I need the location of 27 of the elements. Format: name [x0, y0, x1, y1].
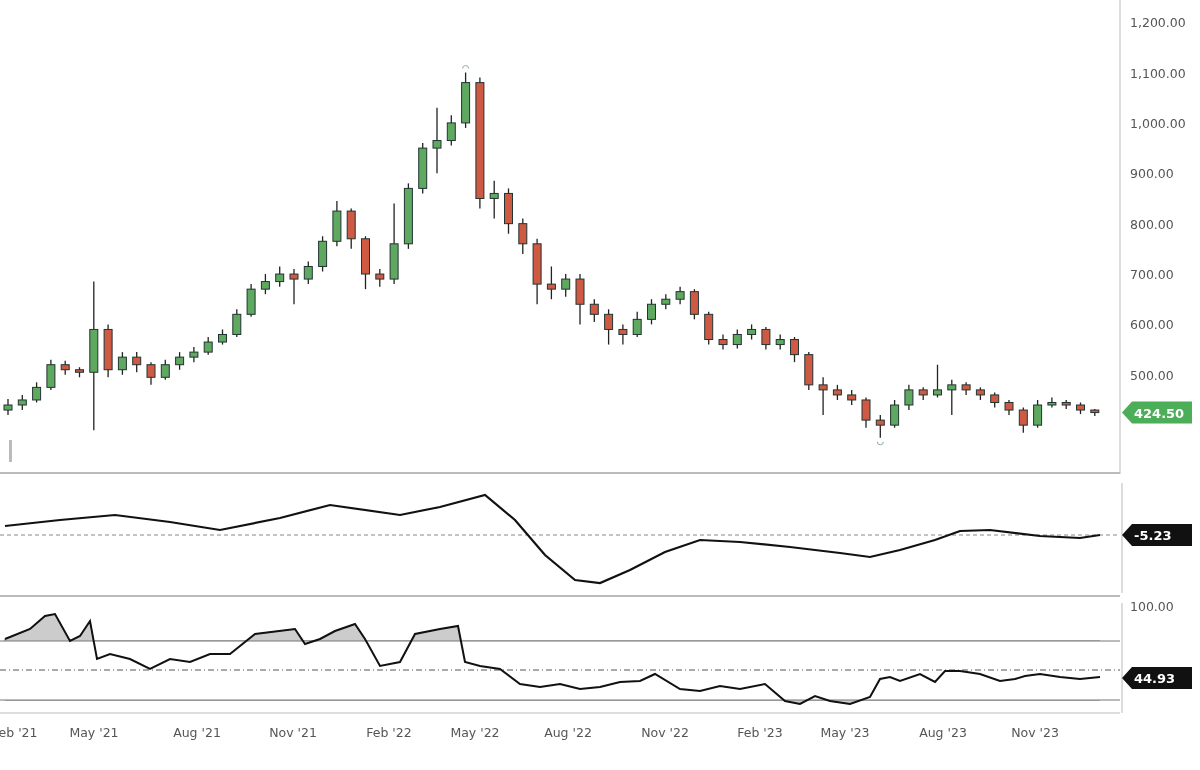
axis-label: 1,100.00: [1130, 65, 1186, 81]
axis-label: 600.00: [1130, 317, 1174, 333]
reading-label: 44.93: [1122, 667, 1192, 689]
axis-label: 1,000.00: [1130, 115, 1186, 131]
axis-label: Feb '22: [366, 725, 412, 740]
axis-label: May '21: [69, 725, 119, 740]
axis-label: May '22: [450, 725, 500, 740]
axis-label: eb '21: [0, 725, 38, 740]
reading-label: -5.23: [1122, 524, 1192, 546]
axis-label: Aug '21: [173, 725, 221, 740]
axis-label: Nov '21: [269, 725, 317, 740]
low-marker-icon: [876, 441, 884, 446]
axis-label: 1,200.00: [1130, 15, 1186, 31]
scroll-handle[interactable]: [9, 440, 12, 462]
axis-label: Feb '23: [737, 725, 783, 740]
axis-label: 500.00: [1130, 367, 1174, 383]
axis-label: 900.00: [1130, 166, 1174, 182]
axis-label: 800.00: [1130, 216, 1174, 232]
last-price-label: 424.50: [1122, 401, 1192, 424]
axis-label: Nov '22: [641, 725, 689, 740]
axis-label: Aug '23: [919, 725, 967, 740]
axis-label: 700.00: [1130, 267, 1174, 283]
high-marker-icon: [462, 65, 470, 70]
axis-label: 100.00: [1130, 599, 1174, 614]
axis-label: May '23: [820, 725, 870, 740]
axis-label: Aug '22: [544, 725, 592, 740]
axis-label: Nov '23: [1011, 725, 1059, 740]
